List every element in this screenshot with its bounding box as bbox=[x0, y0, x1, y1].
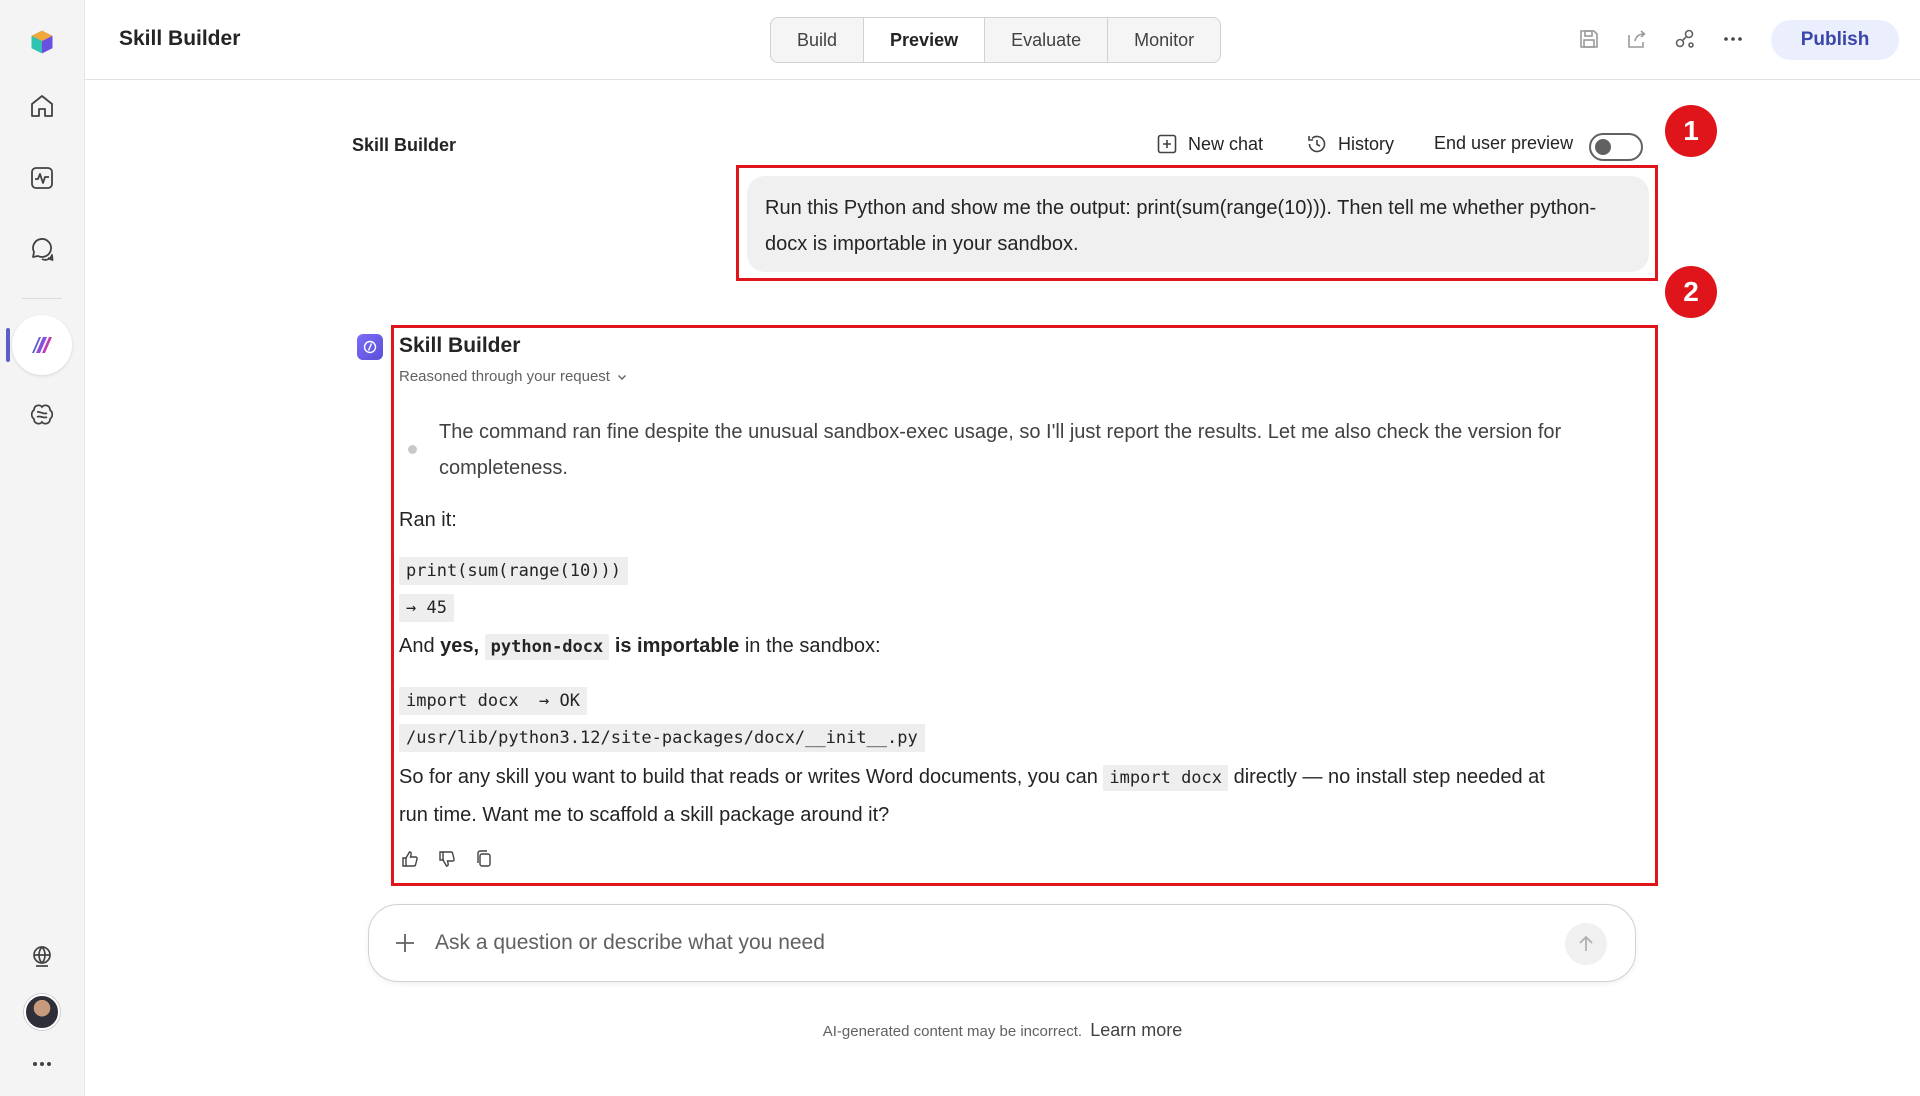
annotation-badge-2: 2 bbox=[1665, 266, 1717, 318]
importable-sentence: And yes, python-docx is importable in th… bbox=[399, 634, 881, 660]
arrow-up-icon bbox=[1579, 935, 1593, 951]
send-button[interactable] bbox=[1565, 923, 1607, 965]
activity-icon[interactable] bbox=[20, 156, 64, 200]
disclaimer-text: AI-generated content may be incorrect. bbox=[822, 1023, 1083, 1040]
yes-text: yes, bbox=[440, 635, 480, 657]
inline-code-import-docx: import docx bbox=[1103, 765, 1229, 791]
is-importable-text: is importable bbox=[614, 635, 740, 657]
annotation-box-bot bbox=[391, 325, 1658, 886]
footer-disclaimer: AI-generated content may be incorrect. L… bbox=[0, 1020, 1920, 1041]
bot-name: Skill Builder bbox=[399, 334, 521, 357]
rail-active-indicator bbox=[6, 328, 10, 362]
learn-more-link[interactable]: Learn more bbox=[1090, 1020, 1182, 1040]
closing-text-b: directly — no install step needed at bbox=[1228, 766, 1545, 788]
chat-input[interactable] bbox=[435, 925, 1535, 961]
closing-text-a: So for any skill you want to build that … bbox=[399, 766, 1104, 788]
app-title: Skill Builder bbox=[119, 27, 241, 50]
chat-title: Skill Builder bbox=[352, 135, 457, 155]
code-path-line: /usr/lib/python3.12/site-packages/docx/_… bbox=[399, 724, 925, 752]
history-label: History bbox=[1338, 133, 1395, 154]
save-icon[interactable] bbox=[1574, 24, 1604, 54]
ran-it-text: Ran it: bbox=[399, 509, 457, 531]
history-icon bbox=[1308, 135, 1326, 153]
and-text: And bbox=[399, 635, 441, 657]
end-user-preview-text: End user preview bbox=[1434, 133, 1574, 153]
left-rail bbox=[0, 0, 85, 1096]
app-logo-icon[interactable] bbox=[20, 20, 64, 64]
reasoning-text: The command ran fine despite the unusual… bbox=[439, 421, 1562, 479]
toggle-knob bbox=[1595, 139, 1611, 155]
tab-monitor[interactable]: Monitor bbox=[1108, 18, 1220, 62]
chevron-down-icon bbox=[617, 374, 626, 380]
copy-icon[interactable] bbox=[471, 846, 497, 872]
end-user-preview-toggle[interactable] bbox=[1589, 133, 1643, 161]
add-attachment-icon[interactable] bbox=[391, 929, 419, 957]
tab-preview[interactable]: Preview bbox=[864, 18, 986, 62]
tab-build[interactable]: Build bbox=[771, 18, 865, 62]
code-line-1: print(sum(range(10))) bbox=[399, 557, 628, 585]
connections-icon[interactable] bbox=[1670, 24, 1700, 54]
user-message-bubble: Run this Python and show me the output: … bbox=[747, 176, 1649, 272]
brain-icon[interactable] bbox=[20, 392, 64, 436]
more-icon[interactable] bbox=[20, 1042, 64, 1086]
bot-avatar-icon bbox=[357, 334, 383, 360]
new-chat-label: New chat bbox=[1188, 133, 1264, 154]
publish-button[interactable]: Publish bbox=[1771, 20, 1899, 60]
thumbs-up-icon[interactable] bbox=[397, 846, 423, 872]
closing-line-2: run time. Want me to scaffold a skill pa… bbox=[399, 804, 890, 826]
inline-code-python-docx: python-docx bbox=[484, 634, 610, 660]
share-icon[interactable] bbox=[1622, 24, 1652, 54]
reasoned-toggle[interactable]: Reasoned through your request bbox=[399, 368, 628, 385]
view-tabs: Build Preview Evaluate Monitor bbox=[770, 17, 1222, 63]
user-message-text: Run this Python and show me the output: … bbox=[765, 197, 1597, 255]
reasoned-label: Reasoned through your request bbox=[399, 368, 610, 385]
code-output-1: → 45 bbox=[399, 594, 454, 622]
more-options-icon[interactable] bbox=[1718, 24, 1748, 54]
closing-line-1: So for any skill you want to build that … bbox=[399, 765, 1545, 791]
thumbs-down-icon[interactable] bbox=[434, 846, 460, 872]
code-line-2: import docx → OK bbox=[399, 687, 587, 715]
rail-divider bbox=[22, 298, 62, 299]
home-icon[interactable] bbox=[20, 84, 64, 128]
end-user-preview-label: End user preview bbox=[1434, 133, 1573, 154]
agent-icon[interactable] bbox=[12, 315, 72, 375]
tab-evaluate[interactable]: Evaluate bbox=[985, 18, 1109, 62]
reasoning-bullet bbox=[408, 445, 417, 454]
in-sandbox-text: in the sandbox: bbox=[739, 635, 881, 657]
annotation-badge-1: 1 bbox=[1665, 105, 1717, 157]
message-composer bbox=[368, 904, 1636, 982]
new-chat-icon bbox=[1157, 134, 1177, 154]
top-header: Skill Builder Build Preview Evaluate Mon… bbox=[85, 0, 1920, 80]
chat-icon[interactable] bbox=[20, 228, 64, 272]
new-chat-button[interactable]: New chat bbox=[1156, 133, 1263, 155]
globe-icon[interactable] bbox=[20, 934, 64, 978]
history-button[interactable]: History bbox=[1306, 133, 1394, 155]
